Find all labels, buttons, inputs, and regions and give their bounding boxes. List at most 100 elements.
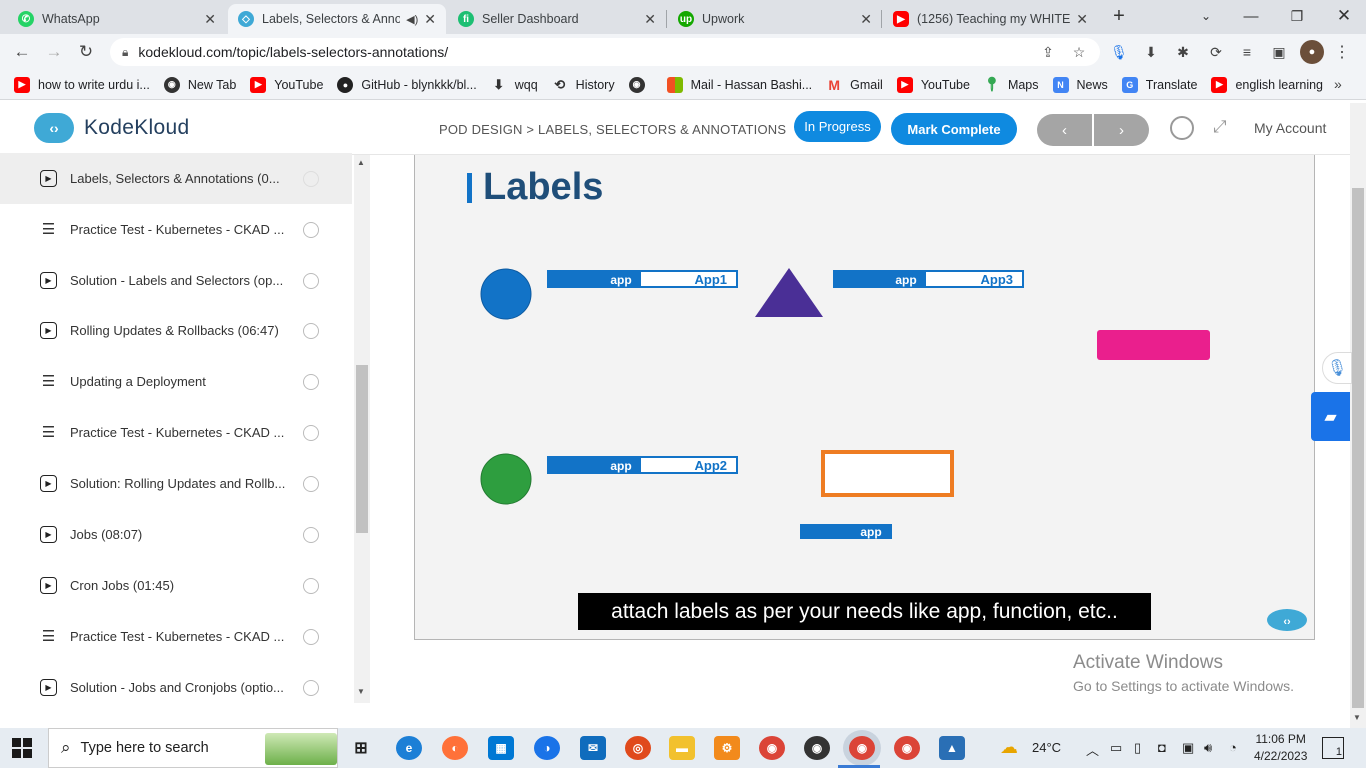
network-icon[interactable]: ▭ — [1110, 740, 1122, 756]
completion-circle[interactable] — [303, 526, 319, 543]
lesson-item[interactable]: ☰ Practice Test - Kubernetes - CKAD ... — [0, 611, 352, 662]
page-scrollbar[interactable]: ▼ — [1350, 103, 1366, 728]
close-tab-icon[interactable]: ✕ — [1076, 11, 1088, 28]
bookmark-star-icon[interactable]: ☆ — [1069, 42, 1089, 62]
bookmark-item[interactable]: M Gmail — [826, 77, 883, 93]
lesson-item[interactable]: ▶ Rolling Updates & Rollbacks (06:47) — [0, 305, 352, 356]
chrome-icon[interactable]: ◉ — [759, 736, 785, 760]
bookmark-item[interactable]: ▶ YouTube — [250, 76, 323, 93]
completion-circle[interactable] — [303, 170, 319, 187]
completion-circle[interactable] — [303, 679, 319, 696]
bookmark-item[interactable]: ▶ english learning — [1211, 76, 1323, 93]
media-control-icon[interactable]: ≡ — [1237, 42, 1257, 62]
lesson-item[interactable]: ▶ Cron Jobs (01:45) — [0, 560, 352, 611]
media-app-icon[interactable]: ◉ — [804, 736, 830, 760]
scrollbar-thumb[interactable] — [1352, 188, 1364, 708]
photos-icon[interactable]: ▲ — [939, 736, 965, 760]
bookmark-item[interactable]: ◉ New Tab — [163, 76, 236, 93]
mark-complete-button[interactable]: Mark Complete — [891, 113, 1017, 145]
new-tab-button[interactable]: + — [1099, 4, 1139, 28]
weather-icon[interactable]: ☁ — [1000, 737, 1018, 758]
settings-gear-icon[interactable]: ⚙ — [714, 736, 740, 760]
weather-temperature[interactable]: 24°C — [1032, 740, 1061, 755]
completion-circle[interactable] — [303, 577, 319, 594]
scrollbar-thumb[interactable] — [356, 365, 368, 533]
share-icon[interactable]: ⇪ — [1038, 42, 1058, 62]
extensions-icon[interactable]: ✱ — [1173, 42, 1193, 62]
dark-mode-icon[interactable] — [1170, 116, 1194, 140]
bookmark-item[interactable]: 📍︎ Maps — [983, 76, 1038, 93]
lesson-item[interactable]: ▶ Jobs (08:07) — [0, 509, 352, 560]
bookmark-item[interactable]: ⬇ wqq — [491, 77, 537, 93]
previous-lesson-button[interactable]: ‹ — [1037, 114, 1094, 146]
bookmark-item[interactable]: ▶ YouTube — [896, 76, 970, 93]
lesson-item[interactable]: ▶ Solution: Rolling Updates and Rollb... — [0, 458, 352, 509]
chrome-profile-icon[interactable]: ◉ — [894, 736, 920, 760]
edge-icon[interactable]: e — [396, 736, 422, 760]
wifi-icon[interactable]: ◔ — [1229, 740, 1237, 755]
bookmark-item[interactable]: Mail - Hassan Bashi... — [666, 76, 812, 93]
tab-upwork[interactable]: up Upwork ✕ — [668, 4, 882, 34]
bookmark-item[interactable]: ⟲ History — [552, 77, 614, 93]
breadcrumb[interactable]: POD DESIGN > LABELS, SELECTORS & ANNOTAT… — [439, 122, 786, 137]
completion-circle[interactable] — [303, 475, 319, 492]
lesson-item[interactable]: ☰ Practice Test - Kubernetes - CKAD ... — [0, 204, 352, 255]
completion-circle[interactable] — [303, 322, 319, 339]
side-panel-icon[interactable]: ▣ — [1269, 42, 1289, 62]
video-player[interactable]: Labels app App1 app App3 app App2 app ‹› — [414, 155, 1315, 640]
scroll-down-arrow[interactable]: ▼ — [1353, 713, 1361, 722]
bookmark-item[interactable]: ● GitHub - blynkkk/bl... — [337, 76, 477, 93]
tab-kodekloud[interactable]: ◇ Labels, Selectors & Anno ◀) ✕ — [228, 4, 446, 34]
chrome-active-icon[interactable]: ◉ — [849, 736, 875, 760]
mail-icon[interactable]: ✉ — [580, 736, 606, 760]
browser-menu-icon[interactable]: ⋮ — [1332, 42, 1352, 62]
lesson-item[interactable]: ☰ Updating a Deployment — [0, 356, 352, 407]
close-window-button[interactable]: ✕ — [1324, 4, 1364, 28]
address-bar[interactable]: 🔒︎ kodekloud.com/topic/labels-selectors-… — [110, 38, 1100, 66]
forward-button[interactable]: → — [42, 40, 66, 64]
scroll-down-arrow[interactable]: ▼ — [357, 687, 365, 696]
lesson-item[interactable]: ☰ Practice Test - Kubernetes - CKAD ... — [0, 407, 352, 458]
file-explorer-icon[interactable]: ▬ — [669, 736, 695, 760]
tray-chevron-icon[interactable]: ︿ — [1086, 740, 1099, 759]
app-red-icon[interactable]: ◎ — [625, 736, 651, 760]
store-icon[interactable]: ▦ — [488, 736, 514, 760]
volume-icon[interactable]: 🔊︎ — [1204, 740, 1212, 756]
tab-youtube[interactable]: ▶ (1256) Teaching my WHITE fr ✕ — [883, 4, 1098, 34]
sidebar-scrollbar[interactable]: ▲ ▼ — [354, 155, 370, 703]
bookmarks-overflow-icon[interactable]: » — [1334, 76, 1342, 92]
download-icon[interactable]: ⬇ — [1141, 42, 1161, 62]
sync-icon[interactable]: ⟳ — [1206, 42, 1226, 62]
firefox-icon[interactable]: ◐ — [442, 736, 468, 760]
tab-whatsapp[interactable]: ✆ WhatsApp ✕ — [8, 4, 226, 34]
tab-search-icon[interactable]: ⌄ — [1186, 4, 1226, 28]
in-progress-badge[interactable]: In Progress — [794, 111, 881, 142]
camera-icon[interactable]: ◘ — [1158, 740, 1166, 755]
close-tab-icon[interactable]: ✕ — [204, 11, 216, 28]
profile-avatar[interactable]: ● — [1300, 40, 1324, 64]
bookmark-item[interactable]: ▶ how to write urdu i... — [14, 76, 150, 93]
tab-seller-dashboard[interactable]: fi Seller Dashboard ✕ — [448, 4, 666, 34]
clock[interactable]: 11:06 PM 4/22/2023 — [1254, 731, 1307, 765]
minimize-button[interactable]: — — [1231, 4, 1271, 28]
bookmark-item[interactable]: ◉ — [628, 76, 653, 93]
completion-circle[interactable] — [303, 272, 319, 289]
notification-center-icon[interactable]: 1 — [1322, 737, 1344, 759]
taskbar-search-box[interactable]: ⌕ Type here to search — [48, 728, 338, 768]
close-tab-icon[interactable]: ✕ — [644, 11, 656, 28]
speaker-icon[interactable]: ◀) — [406, 13, 418, 26]
completion-circle[interactable] — [303, 628, 319, 645]
next-lesson-button[interactable]: › — [1094, 114, 1149, 146]
windows-start-icon[interactable] — [12, 738, 32, 758]
back-button[interactable]: ← — [10, 40, 34, 64]
bookmark-item[interactable]: G Translate — [1121, 76, 1197, 93]
voice-mic-icon[interactable]: 🎙︎ — [1322, 352, 1352, 384]
task-view-icon[interactable]: ⊞ — [348, 736, 374, 760]
my-account-link[interactable]: My Account — [1254, 120, 1326, 136]
chat-widget-button[interactable]: ▰ — [1311, 392, 1350, 441]
close-tab-icon[interactable]: ✕ — [424, 11, 436, 28]
bookmark-item[interactable]: N News — [1052, 76, 1108, 93]
fullscreen-icon[interactable]: ⤢ — [1213, 117, 1227, 137]
lesson-item[interactable]: ▶ Labels, Selectors & Annotations (0... — [0, 153, 352, 204]
display-icon[interactable]: ▣ — [1182, 740, 1194, 756]
